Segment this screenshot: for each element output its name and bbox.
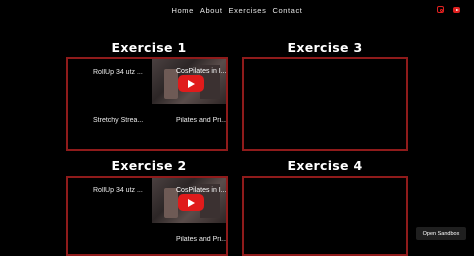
exercise-1-panel: RollUp 34 utz ... CosPilates in I... Str…: [66, 57, 228, 151]
nav-home[interactable]: Home: [172, 6, 194, 18]
video-title[interactable]: Pilates and Pri...: [176, 236, 226, 243]
video-thumbnail[interactable]: CosPilates in I...: [152, 178, 227, 223]
nav-contact[interactable]: Contact: [272, 6, 302, 18]
exercise-3-panel: [242, 57, 408, 151]
exercise-4-title: Exercise 4: [287, 158, 363, 173]
exercise-2-title: Exercise 2: [111, 158, 187, 173]
video-title: CosPilates in I...: [176, 187, 227, 194]
nav-exercises[interactable]: Exercises: [229, 6, 267, 18]
social-links: [437, 6, 460, 13]
instagram-icon[interactable]: [437, 6, 444, 13]
exercise-4-panel: [242, 176, 408, 256]
exercise-2-panel: RollUp 34 utz ... CosPilates in I... Pil…: [66, 176, 228, 256]
video-title[interactable]: Pilates and Pri...: [176, 117, 226, 124]
youtube-icon[interactable]: [453, 7, 460, 13]
video-title[interactable]: Stretchy Strea...: [93, 117, 151, 124]
video-title[interactable]: RollUp 34 utz ...: [93, 69, 151, 76]
play-icon[interactable]: [178, 194, 204, 211]
video-title: CosPilates in I...: [176, 68, 227, 75]
exercise-1-title: Exercise 1: [111, 40, 187, 55]
video-title[interactable]: RollUp 34 utz ...: [93, 187, 151, 194]
main-nav: Home About Exercises Contact: [0, 6, 474, 18]
nav-about[interactable]: About: [200, 6, 223, 18]
video-thumbnail[interactable]: CosPilates in I...: [152, 59, 227, 104]
open-sandbox-button[interactable]: Open Sandbox: [416, 227, 466, 240]
exercise-3-title: Exercise 3: [287, 40, 363, 55]
play-icon[interactable]: [178, 75, 204, 92]
